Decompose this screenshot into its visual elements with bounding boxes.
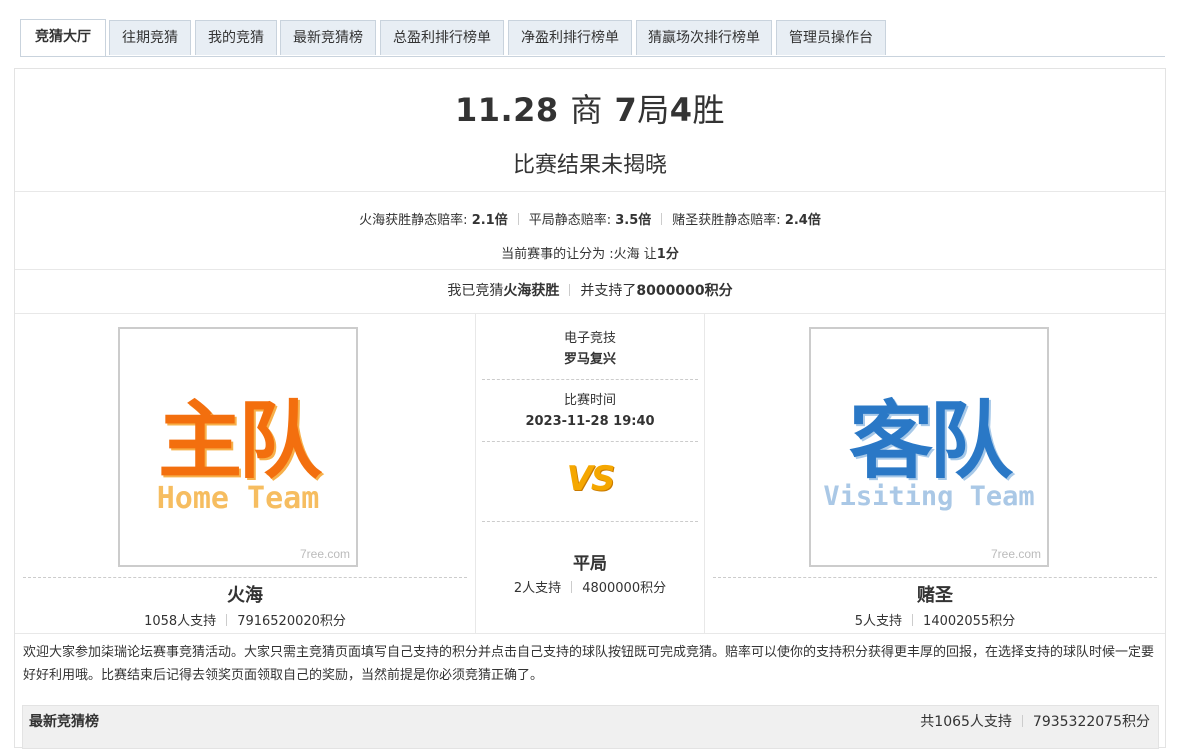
home-supporters: 1058人支持 (144, 614, 217, 629)
divider (226, 614, 228, 626)
divider (23, 577, 467, 578)
divider (571, 581, 573, 593)
my-bet-row: 我已竞猜火海获胜 并支持了8000000积分 (15, 269, 1165, 314)
match-header: 11.28 商 7局4胜 比赛结果未揭晓 (15, 69, 1165, 192)
title-part: 胜 (692, 91, 726, 129)
home-odds-value: 2.1倍 (471, 213, 508, 228)
match-title: 11.28 商 7局4胜 (15, 85, 1165, 131)
home-team-logo-button[interactable]: 主队 Home Team 7ree.com (118, 327, 358, 567)
away-logo-text: 客队 (848, 392, 1013, 490)
away-team-logo-button[interactable]: 客队 Visiting Team 7ree.com (809, 327, 1049, 567)
category-block: 电子竞技 罗马复兴 (482, 329, 698, 380)
time-value: 2023-11-28 19:40 (525, 414, 655, 429)
board-title: 最新竞猜榜 (29, 714, 99, 730)
home-team-stats: 1058人支持 7916520020积分 (15, 610, 475, 629)
away-logo-subtext: Visiting Team (823, 481, 1035, 512)
title-part: 局 (637, 91, 670, 129)
match-info-column: 电子竞技 罗马复兴 比赛时间 2023-11-28 19:40 VS 平局 2人… (475, 313, 705, 633)
home-logo-text: 主队 (157, 392, 322, 490)
title-part: 4 (669, 91, 693, 129)
odds-section: 火海获胜静态赔率: 2.1倍 平局静态赔率: 3.5倍 赌圣获胜静态赔率: 2.4倍… (15, 191, 1165, 270)
vs-icon: VS (566, 459, 616, 499)
away-team-stats: 5人支持 14002055积分 (705, 610, 1165, 629)
draw-odds-label: 平局静态赔率: (528, 213, 612, 228)
board-total-points: 7935322075积分 (1032, 714, 1150, 730)
draw-points: 4800000积分 (582, 581, 667, 596)
tab-past[interactable]: 往期竞猜 (109, 20, 191, 55)
divider (517, 213, 519, 225)
time-label: 比赛时间 (563, 393, 616, 408)
draw-supporters: 2人支持 (513, 581, 562, 596)
handicap-value: 1分 (656, 247, 679, 262)
draw-stats: 2人支持 4800000积分 (476, 577, 704, 596)
draw-odds-value: 3.5倍 (615, 213, 652, 228)
divider (661, 213, 663, 225)
tab-my-bets[interactable]: 我的竞猜 (195, 20, 277, 55)
divider (1021, 715, 1023, 727)
tab-wins-ranking[interactable]: 猜赢场次排行榜单 (636, 20, 772, 55)
divider (713, 577, 1157, 578)
category-label: 电子竞技 (563, 331, 616, 346)
tab-hall[interactable]: 竞猜大厅 (20, 19, 106, 56)
divider (569, 284, 571, 296)
home-team-column: 主队 Home Team 7ree.com 火海 1058人支持 79165200… (15, 313, 475, 633)
away-points: 14002055积分 (923, 614, 1016, 629)
vs-block: VS (482, 441, 698, 522)
match-panel: 11.28 商 7局4胜 比赛结果未揭晓 火海获胜静态赔率: 2.1倍 平局静态赔… (14, 68, 1166, 749)
my-bet-points: 8000000积分 (636, 283, 733, 299)
draw-button[interactable]: 平局 (476, 549, 704, 574)
divider (912, 614, 914, 626)
watermark: 7ree.com (990, 547, 1041, 561)
latest-board-header: 最新竞猜榜 共1065人支持 7935322075积分 (22, 705, 1159, 749)
my-bet-choice: 火海获胜 (503, 283, 560, 299)
title-part: 7 (614, 91, 638, 129)
tab-net-profit[interactable]: 净盈利排行榜单 (508, 20, 632, 55)
time-block: 比赛时间 2023-11-28 19:40 (482, 391, 698, 442)
category-value: 罗马复兴 (563, 352, 616, 367)
handicap-label: 当前赛事的让分为 :火海 让 (501, 247, 657, 262)
my-bet-mid: 并支持了 (580, 283, 637, 299)
title-date: 11.28 (454, 91, 559, 129)
away-odds-label: 赌圣获胜静态赔率: (672, 213, 781, 228)
my-bet-prefix: 我已竞猜 (447, 283, 504, 299)
home-logo-subtext: Home Team (156, 481, 320, 516)
tab-admin[interactable]: 管理员操作台 (776, 20, 886, 55)
home-odds-label: 火海获胜静态赔率: (359, 213, 468, 228)
title-part: 商 (570, 91, 603, 129)
watermark: 7ree.com (299, 547, 350, 561)
home-points: 7916520020积分 (237, 614, 346, 629)
result-status: 比赛结果未揭晓 (512, 153, 667, 178)
intro-text: 欢迎大家参加柒瑞论坛赛事竞猜活动。大家只需主竞猜页面填写自己支持的积分并点击自己… (23, 645, 1155, 683)
tab-bar: 竞猜大厅 往期竞猜 我的竞猜 最新竞猜榜 总盈利排行榜单 净盈利排行榜单 猜赢场… (20, 18, 1165, 57)
odds-row: 火海获胜静态赔率: 2.1倍 平局静态赔率: 3.5倍 赌圣获胜静态赔率: 2.4倍 (15, 209, 1165, 228)
away-odds-value: 2.4倍 (784, 213, 821, 228)
away-team-name: 赌圣 (917, 585, 953, 606)
away-supporters: 5人支持 (854, 614, 903, 629)
board-summary: 共1065人支持 7935322075积分 (920, 706, 1150, 738)
home-team-name: 火海 (227, 585, 263, 606)
teams-section: 主队 Home Team 7ree.com 火海 1058人支持 79165200… (15, 313, 1165, 634)
board-total-supporters: 共1065人支持 (920, 714, 1012, 730)
away-team-column: 客队 Visiting Team 7ree.com 赌圣 5人支持 1400205… (705, 313, 1165, 633)
tab-latest-board[interactable]: 最新竞猜榜 (280, 20, 376, 55)
handicap-row: 当前赛事的让分为 :火海 让1分 (15, 243, 1165, 262)
tab-total-profit[interactable]: 总盈利排行榜单 (380, 20, 504, 55)
